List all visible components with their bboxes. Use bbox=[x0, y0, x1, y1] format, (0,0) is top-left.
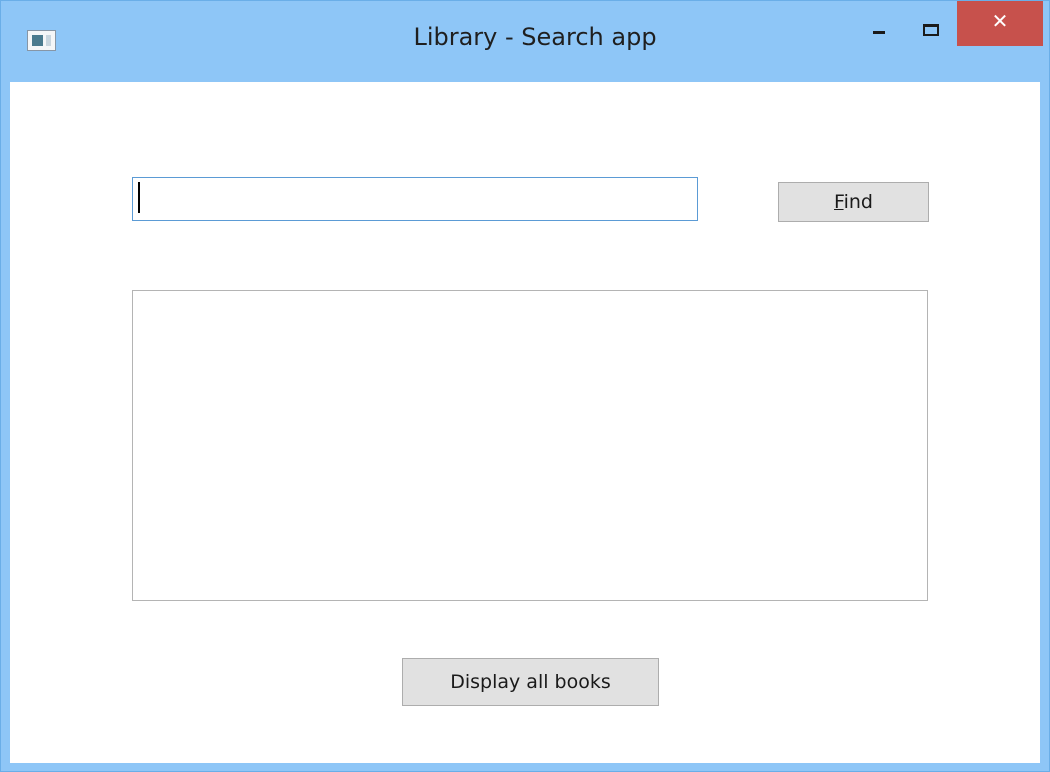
find-button-label: ind bbox=[843, 191, 873, 213]
results-listbox[interactable] bbox=[132, 290, 928, 601]
find-button[interactable]: Find bbox=[778, 182, 929, 222]
close-button[interactable]: ✕ bbox=[957, 1, 1043, 46]
display-all-books-button[interactable]: Display all books bbox=[402, 658, 659, 706]
text-caret bbox=[138, 182, 140, 213]
close-icon: ✕ bbox=[991, 9, 1009, 33]
search-input[interactable] bbox=[132, 177, 698, 221]
maximize-icon bbox=[923, 24, 939, 36]
maximize-button[interactable] bbox=[913, 1, 955, 45]
title-bar[interactable]: Library - Search app ✕ bbox=[1, 1, 1049, 81]
client-area: Find Display all books bbox=[10, 82, 1040, 763]
find-button-mnemonic: F bbox=[834, 191, 844, 213]
minimize-icon bbox=[873, 31, 885, 34]
app-window: Library - Search app ✕ Find Display all … bbox=[0, 0, 1050, 772]
minimize-button[interactable] bbox=[859, 1, 901, 45]
